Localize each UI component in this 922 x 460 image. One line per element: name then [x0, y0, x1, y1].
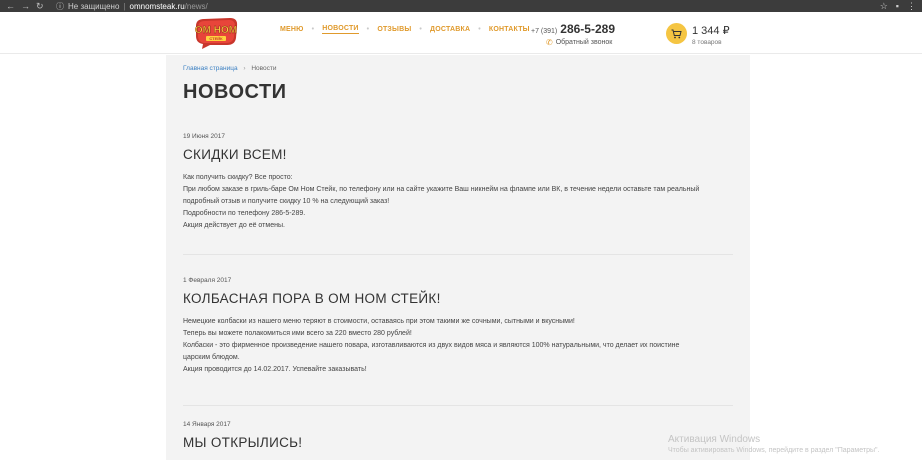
news-date: 1 Февраля 2017 [183, 277, 232, 284]
news-title[interactable]: МЫ ОТКРЫЛИСЬ! [183, 435, 733, 450]
news-text-line: подробный отзыв и получите скидку 10 % н… [183, 198, 390, 205]
main-content: Главная страница › Новости НОВОСТИ 19 Ию… [166, 55, 750, 460]
news-date: 19 Июня 2017 [183, 133, 225, 140]
cart-total[interactable]: 1 344 ₽ [692, 24, 730, 37]
logo-subtext: СТЕЙК [209, 36, 223, 41]
news-title[interactable]: СКИДКИ ВСЕМ! [183, 147, 733, 162]
extension-icon[interactable]: ▪ [896, 0, 899, 12]
news-text-line: Акция проводится до 14.02.2017. Успевайт… [183, 366, 367, 373]
phone-icon: ✆ [546, 38, 553, 47]
watermark-title: Активация Windows [668, 434, 761, 445]
address-separator: | [123, 1, 126, 11]
browser-menu-icon[interactable]: ⋮ [907, 0, 916, 12]
phone-main: 286-5-289 [560, 22, 615, 36]
news-text-line: Теперь вы можете полакомиться ими всего … [183, 330, 412, 337]
security-label: Не защищено [68, 1, 120, 11]
menu-separator: • [311, 26, 315, 33]
news-text-line: Немецкие колбаски из нашего меню теряют … [183, 318, 575, 325]
breadcrumb-current: Новости [251, 65, 277, 72]
menu-item-news[interactable]: НОВОСТИ [322, 25, 359, 34]
menu-item-reviews[interactable]: ОТЗЫВЫ [377, 26, 411, 33]
callback-link[interactable]: ✆ Обратный звонок [546, 38, 612, 47]
bookmark-star-icon[interactable]: ☆ [880, 0, 888, 12]
phone-code: +7 (391) [531, 28, 558, 35]
reload-icon[interactable]: ↻ [36, 0, 44, 12]
news-divider [183, 254, 733, 255]
news-text-line: Как получить скидку? Все просто: [183, 174, 293, 181]
news-text-line: царским блюдом. [183, 354, 240, 361]
back-icon[interactable]: ← [6, 0, 15, 12]
url-host: omnomsteak.ru [129, 1, 185, 11]
menu-item-menu[interactable]: МЕНЮ [280, 26, 304, 33]
news-item: 1 Февраля 2017 КОЛБАСНАЯ ПОРА В ОМ НОМ С… [183, 277, 733, 376]
site-logo[interactable]: ОМ НОМ СТЕЙК [192, 16, 240, 50]
windows-activation-watermark: Активация Windows Чтобы активировать Win… [668, 434, 879, 454]
address-bar[interactable]: ⓘ Не защищено | omnomsteak.ru /news/ [56, 0, 208, 12]
breadcrumb: Главная страница › Новости [183, 65, 277, 72]
cart-count: 8 товаров [692, 39, 722, 46]
main-menu: МЕНЮ • НОВОСТИ • ОТЗЫВЫ • ДОСТАВКА • КОН… [280, 25, 530, 34]
menu-separator: • [419, 26, 423, 33]
news-body: Немецкие колбаски из нашего меню теряют … [183, 316, 733, 376]
news-item: 14 Января 2017 МЫ ОТКРЫЛИСЬ! [183, 421, 733, 450]
cart-icon [671, 29, 682, 38]
news-text-line: Акция действует до её отмены. [183, 222, 285, 229]
callback-label: Обратный звонок [555, 39, 613, 46]
news-date: 14 Января 2017 [183, 421, 231, 428]
news-text-line: Колбаски - это фирменное произведение на… [183, 342, 680, 349]
phone-number[interactable]: +7 (391) 286-5-289 [531, 22, 615, 36]
breadcrumb-chevron-icon: › [243, 65, 246, 72]
news-item: 19 Июня 2017 СКИДКИ ВСЕМ! Как получить с… [183, 133, 733, 232]
menu-item-delivery[interactable]: ДОСТАВКА [430, 26, 470, 33]
cart-button[interactable] [666, 23, 687, 44]
news-divider [183, 405, 733, 406]
menu-separator: • [478, 26, 481, 33]
logo-text: ОМ НОМ [195, 25, 237, 36]
page-title: НОВОСТИ [183, 81, 287, 103]
menu-item-contacts[interactable]: КОНТАКТЫ [489, 26, 530, 33]
news-text-line: Подробности по телефону 286-5-289. [183, 210, 306, 217]
news-body: Как получить скидку? Все просто: При люб… [183, 172, 733, 232]
browser-nav: ← → ↻ [0, 0, 44, 12]
url-path: /news/ [184, 1, 208, 11]
site-header: ОМ НОМ СТЕЙК МЕНЮ • НОВОСТИ • ОТЗЫВЫ • Д… [0, 12, 922, 54]
news-title[interactable]: КОЛБАСНАЯ ПОРА В ОМ НОМ СТЕЙК! [183, 291, 733, 306]
news-text-line: При любом заказе в гриль-баре Ом Ном Сте… [183, 186, 700, 193]
watermark-text: Чтобы активировать Windows, перейдите в … [668, 447, 880, 454]
browser-toolbar: ← → ↻ ⓘ Не защищено | omnomsteak.ru /new… [0, 0, 922, 12]
menu-separator: • [366, 26, 370, 33]
forward-icon[interactable]: → [21, 0, 30, 12]
browser-actions: ☆ ▪ ⋮ [880, 0, 916, 12]
breadcrumb-home[interactable]: Главная страница [183, 65, 238, 72]
info-icon[interactable]: ⓘ [56, 1, 64, 12]
